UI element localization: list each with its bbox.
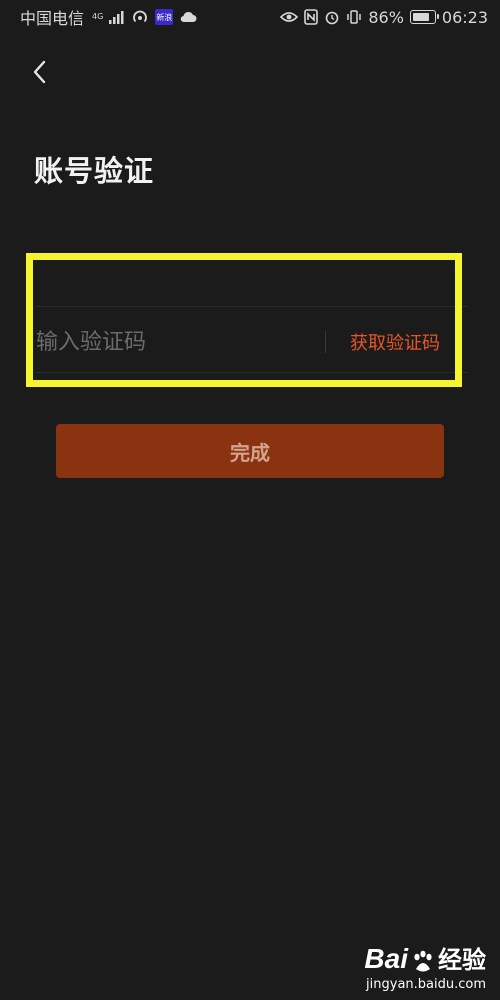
battery-icon <box>409 10 439 24</box>
status-bar: 中国电信 4G 新浪 86% 06:23 <box>0 0 500 34</box>
hotspot-icon <box>131 9 149 25</box>
network-type: 4G <box>92 12 104 21</box>
screen: 中国电信 4G 新浪 86% 06:23 账号验证 输入验证码 获取验证码 完成… <box>0 0 500 1000</box>
carrier-label: 中国电信 <box>20 9 85 28</box>
signal-icon <box>109 10 125 24</box>
eye-icon <box>280 11 299 23</box>
watermark-logo: Bai 经验 <box>364 940 486 975</box>
status-right: 86% 06:23 <box>280 8 488 27</box>
cloud-icon <box>179 10 197 24</box>
clock: 06:23 <box>441 7 488 27</box>
back-button[interactable] <box>24 56 56 88</box>
vibrate-icon <box>346 9 362 25</box>
paw-icon <box>414 950 432 972</box>
chevron-left-icon <box>33 60 46 84</box>
watermark-url: jingyan.baidu.com <box>366 977 486 992</box>
nfc-icon <box>304 9 319 25</box>
alarm-icon <box>324 9 340 25</box>
battery-percent: 86% <box>368 7 404 27</box>
watermark-suffix: 经验 <box>438 946 486 974</box>
page-title: 账号验证 <box>34 154 155 188</box>
app-notification-icon: 新浪 <box>155 9 174 25</box>
watermark-brand: Bai <box>364 943 408 974</box>
status-left: 中国电信 4G 新浪 <box>20 5 197 29</box>
highlight-frame <box>26 253 462 387</box>
done-button[interactable]: 完成 <box>56 424 444 478</box>
baidu-watermark: Bai 经验 jingyan.baidu.com <box>364 940 486 992</box>
